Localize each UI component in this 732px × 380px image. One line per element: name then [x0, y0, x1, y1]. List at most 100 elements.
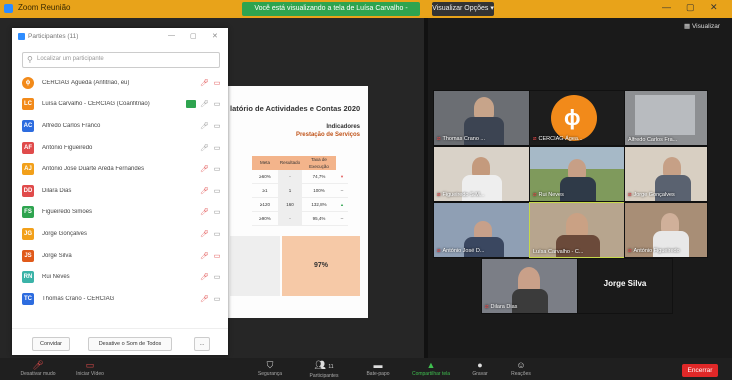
avatar: LC: [22, 98, 34, 111]
toolbar-label: Gravar: [472, 371, 488, 377]
chat-icon: ▬: [373, 360, 383, 370]
mic-muted-icon[interactable]: 🎤︎: [200, 165, 209, 173]
toolbar-label: Compartilhar tela: [411, 371, 451, 377]
avatar: JS: [22, 249, 34, 262]
mute-all-button[interactable]: Desative o Som de Todos: [88, 337, 172, 351]
participant-name: Dilara Dias: [42, 187, 72, 194]
mic-icon: 🎤︎: [32, 360, 44, 370]
participant-name: Luísa Carvalho - CERCIAG (Coanfitrião): [42, 101, 150, 108]
end-meeting-button[interactable]: Encerrar: [682, 364, 718, 377]
list-item[interactable]: ϕ CERCIAG Águeda (Anfitrião, eu) 🎤︎ ▭: [22, 72, 222, 94]
tile-name: ⧄ Dilara Dias: [485, 304, 517, 311]
share-screen-button[interactable]: ▲ Compartilhar tela: [404, 360, 458, 377]
video-icon[interactable]: ▭: [212, 187, 222, 195]
mute-button[interactable]: 🎤︎ Desativar mudo: [18, 360, 58, 377]
mic-icon[interactable]: 🎤︎: [200, 100, 209, 108]
table-cell: -: [278, 170, 302, 184]
list-item[interactable]: TC Thomas Crano - CERCIAG 🎤︎ ▭: [22, 288, 222, 310]
participant-search-input[interactable]: ⚲ Localizar um participante: [22, 52, 220, 68]
mic-muted-icon: ⧄: [485, 304, 489, 310]
video-icon[interactable]: ▭: [212, 273, 222, 281]
minimize-icon[interactable]: —: [662, 2, 671, 12]
toolbar-label: Reações: [511, 371, 531, 377]
cerciag-logo: ϕ: [551, 95, 597, 141]
active-speaker-tile[interactable]: Luísa Carvalho - C...: [529, 202, 625, 258]
video-icon[interactable]: ▭: [212, 144, 222, 152]
more-button[interactable]: ...: [194, 337, 210, 351]
participant-name: Figueiredo Simões: [42, 209, 93, 216]
list-item[interactable]: JG Jorge Gonçalves 🎤︎ ▭: [22, 223, 222, 245]
tile-name: ⧄ Jorge Gonçalves: [628, 192, 675, 199]
start-video-button[interactable]: ▭ Iniciar Vídeo: [70, 360, 110, 377]
participant-video: [472, 157, 490, 177]
video-tile[interactable]: Jorge Silva: [577, 258, 673, 314]
split-divider[interactable]: [424, 18, 428, 358]
video-tile[interactable]: ⧄ Dilara Dias: [481, 258, 578, 314]
video-tile[interactable]: ⧄ Jorge Gonçalves: [624, 146, 708, 202]
close-icon[interactable]: ✕: [212, 32, 218, 40]
tile-name: ⧄ CERCIAG Ágea...: [533, 136, 583, 143]
table-row: ≥120 160 132,8% ▴: [252, 198, 362, 212]
avatar: AJ: [22, 163, 34, 176]
video-tile[interactable]: ⧄ Rui Neves: [529, 146, 625, 202]
video-icon[interactable]: ▭: [212, 295, 222, 303]
mic-muted-icon[interactable]: 🎤︎: [200, 79, 209, 87]
mic-icon[interactable]: 🎤︎: [200, 144, 209, 152]
video-tile[interactable]: ϕ ⧄ CERCIAG Ágea...: [529, 90, 625, 146]
tile-name-label: António Figueiredo: [633, 248, 680, 254]
video-icon[interactable]: ▭: [212, 122, 222, 130]
mic-muted-icon[interactable]: 🎤︎: [200, 208, 209, 216]
tile-name-label: Luísa Carvalho - C...: [533, 249, 584, 255]
list-item[interactable]: AC Alfredo Carlos Franco 🎤︎ ▭: [22, 115, 222, 137]
reactions-button[interactable]: ☺ Reações: [506, 360, 536, 377]
reactions-icon: ☺: [516, 360, 526, 370]
avatar: DD: [22, 184, 34, 197]
list-item[interactable]: LC Luísa Carvalho - CERCIAG (Coanfitrião…: [22, 94, 222, 116]
chat-button[interactable]: ▬ Bate-papo: [360, 360, 396, 377]
list-item[interactable]: RN Rui Neves 🎤︎ ▭: [22, 266, 222, 288]
list-item[interactable]: DD Dilara Dias 🎤︎ ▭: [22, 180, 222, 202]
close-icon[interactable]: ✕: [710, 2, 718, 13]
table-header-cell: Taxa de Execução: [302, 156, 336, 170]
toolbar-label: Desativar mudo: [20, 371, 56, 377]
table-cell: 74,7%: [302, 170, 336, 184]
mic-muted-icon[interactable]: 🎤︎: [200, 273, 209, 281]
video-icon[interactable]: ▭: [212, 208, 222, 216]
video-tile[interactable]: Alfredo Carlos Fra...: [624, 90, 708, 146]
participants-button[interactable]: 👥︎ 11 Participantes: [302, 360, 346, 379]
view-mode-button[interactable]: ▦ Visualizar: [684, 22, 720, 30]
view-options-button[interactable]: Visualizar Opções ▾: [432, 2, 494, 16]
video-icon[interactable]: ▭: [212, 230, 222, 238]
video-icon[interactable]: ▭: [212, 100, 222, 108]
mic-muted-icon[interactable]: 🎤︎: [200, 187, 209, 195]
toolbar-label: Segurança: [257, 371, 283, 377]
video-off-icon[interactable]: ▭: [212, 252, 222, 260]
video-tile[interactable]: ⧄ António Figueiredo: [624, 202, 708, 258]
record-button[interactable]: ● Gravar: [466, 360, 494, 377]
mic-muted-icon[interactable]: 🎤︎: [200, 230, 209, 238]
video-off-icon[interactable]: ▭: [212, 79, 222, 87]
invite-button[interactable]: Convidar: [32, 337, 70, 351]
video-tile[interactable]: ⧄ António José D...: [433, 202, 530, 258]
avatar: AF: [22, 141, 34, 154]
list-item[interactable]: AJ António José Duarte Areda Fernandes 🎤…: [22, 158, 222, 180]
video-icon[interactable]: ▭: [212, 165, 222, 173]
mic-icon[interactable]: 🎤︎: [200, 122, 209, 130]
participant-video: [663, 157, 681, 177]
mic-muted-icon[interactable]: 🎤︎: [200, 252, 209, 260]
participant-video: [566, 213, 588, 237]
security-button[interactable]: ⛉ Segurança: [252, 360, 288, 377]
list-item[interactable]: AF António Figueiredo 🎤︎ ▭: [22, 137, 222, 159]
minimize-icon[interactable]: —: [168, 32, 175, 39]
video-tile[interactable]: ⧄ Figueiredo S.M...: [433, 146, 530, 202]
maximize-icon[interactable]: ▢: [190, 32, 197, 40]
participant-name: Jorge Silva: [42, 252, 72, 259]
shared-document: latório de Actividades e Contas 2020 Ind…: [224, 86, 368, 318]
mic-muted-icon[interactable]: 🎤︎: [200, 295, 209, 303]
video-tile[interactable]: ⧄ Thomas Crano ...: [433, 90, 530, 146]
list-item[interactable]: FS Figueiredo Simões 🎤︎ ▭: [22, 202, 222, 224]
maximize-icon[interactable]: ▢: [686, 2, 695, 13]
table-cell: 1: [278, 184, 302, 198]
document-title: latório de Actividades e Contas 2020: [230, 104, 361, 113]
list-item[interactable]: JS Jorge Silva 🎤︎ ▭: [22, 245, 222, 267]
